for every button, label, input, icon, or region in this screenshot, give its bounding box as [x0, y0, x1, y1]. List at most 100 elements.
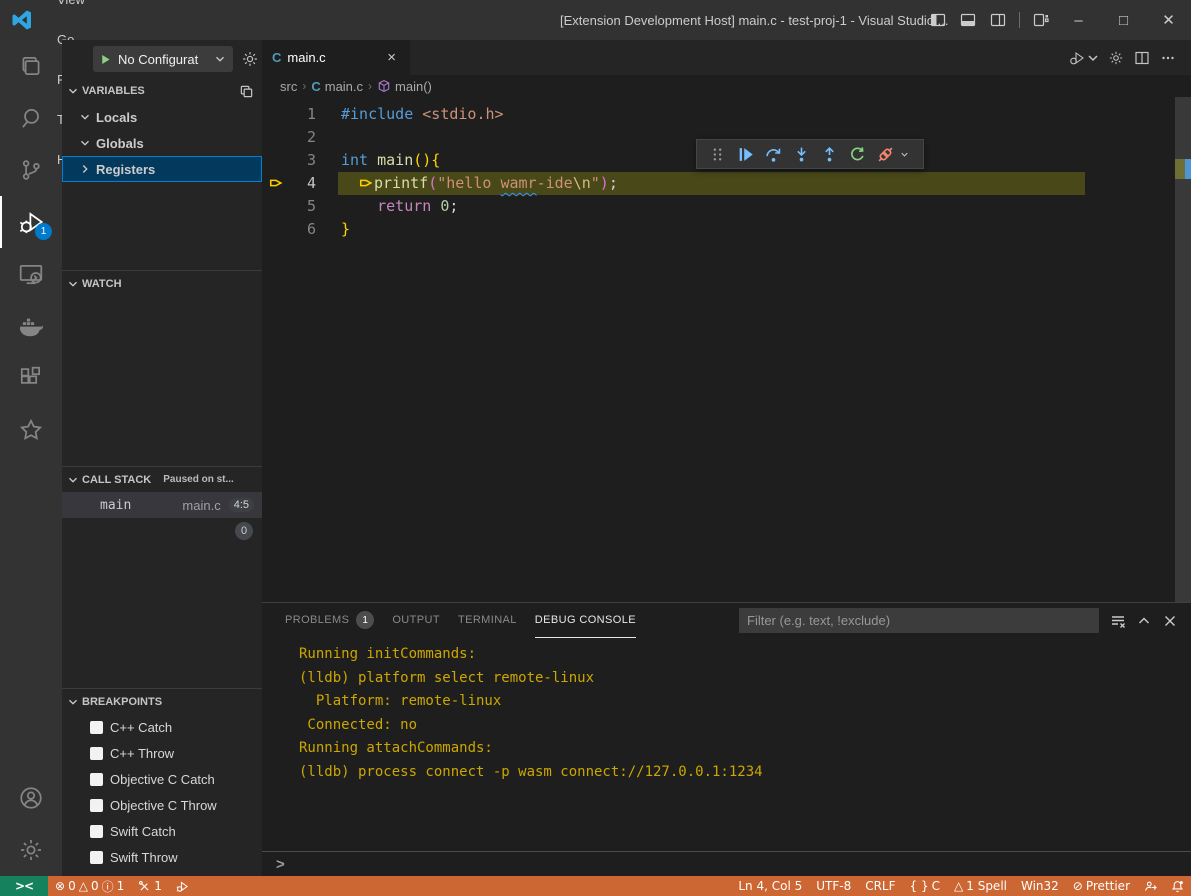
activity-item-docker[interactable]: [0, 300, 62, 352]
breadcrumb-main-symbol[interactable]: main(): [377, 79, 432, 94]
status-feedback[interactable]: [1137, 876, 1164, 896]
clear-console-icon[interactable]: [1105, 608, 1131, 634]
menu-view[interactable]: View: [48, 0, 119, 20]
activity-item-explorer[interactable]: [0, 40, 62, 92]
breadcrumb-label: main.c: [325, 79, 363, 94]
variables-item-locals[interactable]: Locals: [62, 104, 262, 130]
line-number: 3: [302, 149, 316, 172]
current-statement-icon: [359, 172, 374, 195]
call-stack-frame[interactable]: mainmain.c4:5: [62, 492, 262, 518]
maximize-panel-icon[interactable]: [1131, 608, 1157, 634]
step-into-icon[interactable]: [787, 142, 815, 166]
activity-item-search[interactable]: [0, 92, 62, 144]
status-cursor-position[interactable]: Ln 4, Col 5: [731, 876, 809, 896]
checkbox[interactable]: [90, 721, 103, 734]
breakpoint-item-c-throw[interactable]: C++ Throw: [62, 740, 262, 766]
breakpoint-gutter[interactable]: [262, 195, 302, 218]
activity-item-settings[interactable]: [0, 824, 62, 876]
code-text: int main(){: [338, 149, 440, 172]
activity-item-extensions[interactable]: [0, 352, 62, 404]
status-eol[interactable]: CRLF: [858, 876, 902, 896]
breakpoint-label: C++ Throw: [110, 746, 174, 761]
status-platform[interactable]: Win32: [1014, 876, 1066, 896]
minimize-button[interactable]: –: [1056, 0, 1101, 40]
breakpoint-gutter[interactable]: [262, 218, 302, 241]
panel-header: PROBLEMS1 OUTPUT TERMINAL DEBUG CONSOLE: [262, 603, 1191, 638]
problems-status[interactable]: ⊗0 △0 ⓘ1: [48, 876, 131, 896]
more-actions-icon[interactable]: [1155, 45, 1181, 71]
breadcrumb-src[interactable]: src: [280, 79, 297, 94]
checkbox[interactable]: [90, 799, 103, 812]
status-prettier[interactable]: ⊘Prettier: [1066, 876, 1137, 896]
toggle-secondary-sidebar-icon[interactable]: [983, 0, 1013, 40]
symbol-method-icon: [377, 79, 391, 93]
breakpoint-item-c-catch[interactable]: C++ Catch: [62, 714, 262, 740]
close-panel-icon[interactable]: [1157, 608, 1183, 634]
checkbox[interactable]: [90, 851, 103, 864]
panel-tab-terminal[interactable]: TERMINAL: [458, 603, 517, 638]
activity-item-favorites[interactable]: [0, 404, 62, 456]
breadcrumb-main-c[interactable]: Cmain.c: [311, 79, 363, 94]
restart-icon[interactable]: [843, 142, 871, 166]
tools-status[interactable]: 1: [131, 876, 169, 896]
section-header-breakpoints[interactable]: BREAKPOINTS: [62, 688, 262, 714]
breadcrumb: src › Cmain.c › main(): [262, 75, 1191, 97]
open-settings-icon[interactable]: [1103, 45, 1129, 71]
code-editor[interactable]: 1#include <stdio.h>23int main(){4printf(…: [262, 97, 1191, 602]
variables-item-registers[interactable]: Registers: [62, 156, 262, 182]
breakpoint-gutter[interactable]: [262, 103, 302, 126]
warning-icon: △: [79, 879, 88, 893]
breakpoint-item-swift-catch[interactable]: Swift Catch: [62, 818, 262, 844]
editor-scrollbar[interactable]: [1175, 97, 1191, 602]
status-spell-warnings[interactable]: △1 Spell: [947, 876, 1014, 896]
panel-tab-output[interactable]: OUTPUT: [392, 603, 440, 638]
debug-console-input[interactable]: >: [262, 851, 1191, 876]
debug-toolbar-dropdown-icon[interactable]: [899, 149, 911, 160]
section-title: WATCH: [82, 278, 122, 290]
section-header-watch[interactable]: WATCH: [62, 270, 262, 296]
step-out-icon[interactable]: [815, 142, 843, 166]
continue-icon[interactable]: [731, 142, 759, 166]
variables-item-globals[interactable]: Globals: [62, 130, 262, 156]
status-label: C: [932, 879, 940, 893]
debug-status[interactable]: [169, 876, 196, 896]
run-or-debug-icon[interactable]: [1067, 45, 1103, 71]
breakpoint-item-objective-c-throw[interactable]: Objective C Throw: [62, 792, 262, 818]
open-launch-json-icon[interactable]: [241, 50, 259, 68]
activity-item-run-and-debug[interactable]: 1: [0, 196, 62, 248]
section-header-call-stack[interactable]: CALL STACK Paused on st...: [62, 466, 262, 492]
section-header-variables[interactable]: VARIABLES: [62, 78, 262, 104]
disconnect-icon[interactable]: [871, 142, 899, 166]
panel-tab-debug-console[interactable]: DEBUG CONSOLE: [535, 603, 636, 638]
activity-item-source-control[interactable]: [0, 144, 62, 196]
breakpoint-gutter[interactable]: [262, 126, 302, 149]
start-debugging-icon[interactable]: [99, 53, 112, 66]
status-language-mode[interactable]: { }C: [903, 876, 947, 896]
toggle-panel-icon[interactable]: [953, 0, 983, 40]
vscode-logo-icon: [10, 8, 34, 32]
activity-item-accounts[interactable]: [0, 772, 62, 824]
step-over-icon[interactable]: [759, 142, 787, 166]
checkbox[interactable]: [90, 825, 103, 838]
breakpoint-item-swift-throw[interactable]: Swift Throw: [62, 844, 262, 870]
maximize-button[interactable]: □: [1101, 0, 1146, 40]
close-tab-icon[interactable]: ×: [383, 49, 400, 66]
breakpoint-gutter[interactable]: [262, 149, 302, 172]
remote-indicator[interactable]: ><: [0, 876, 48, 896]
activity-item-remote-explorer[interactable]: [0, 248, 62, 300]
breakpoint-item-objective-c-catch[interactable]: Objective C Catch: [62, 766, 262, 792]
close-button[interactable]: ✕: [1146, 0, 1191, 40]
checkbox[interactable]: [90, 747, 103, 760]
tab-main-c[interactable]: C main.c ×: [262, 40, 410, 75]
split-editor-icon[interactable]: [1129, 45, 1155, 71]
console-filter-input[interactable]: [739, 608, 1099, 633]
status-notifications[interactable]: [1164, 876, 1191, 896]
customize-layout-icon[interactable]: [1026, 0, 1056, 40]
debug-configuration-dropdown[interactable]: No Configurat: [93, 46, 233, 72]
copy-icon[interactable]: [239, 84, 254, 99]
debug-sidebar: No Configurat VARIABLES LocalsGlobalsReg…: [62, 40, 262, 876]
panel-tab-problems[interactable]: PROBLEMS1: [285, 603, 374, 638]
checkbox[interactable]: [90, 773, 103, 786]
status-encoding[interactable]: UTF-8: [809, 876, 858, 896]
breakpoint-gutter[interactable]: [262, 172, 302, 195]
